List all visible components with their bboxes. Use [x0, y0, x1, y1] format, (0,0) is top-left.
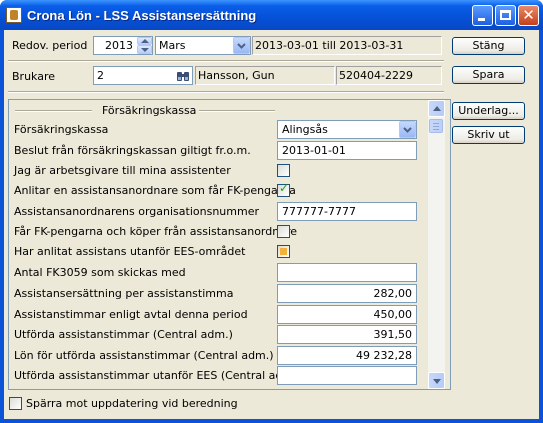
- year-up-button[interactable]: [137, 37, 152, 45]
- forsakringskassa-dropdown-button[interactable]: [399, 121, 416, 138]
- separator: [8, 91, 444, 93]
- up-arrow-icon: [141, 39, 149, 43]
- forsakringskassa-select[interactable]: Alingsås: [277, 120, 417, 139]
- fk-settings-panel[interactable]: Försäkringskassa Försäkringskassa Alings…: [8, 99, 451, 390]
- user-label: Brukare: [12, 70, 56, 83]
- user-personal-number: 520404-2229: [336, 66, 442, 85]
- app-window: Crona Lön - LSS Assistansersättning ✕ Re…: [0, 0, 543, 423]
- row-label-utforda-ees: Utförda assistanstimmar utanför EES (Cen…: [14, 369, 301, 382]
- section-title: Försäkringskassa: [102, 104, 197, 117]
- down-arrow-icon: [433, 379, 441, 384]
- ersattning-per-timma-field[interactable]: 282,00: [277, 284, 417, 303]
- separator: [8, 60, 444, 62]
- anlitar-anordnare-checkbox[interactable]: ✓: [277, 181, 290, 197]
- save-button[interactable]: Spara: [452, 66, 525, 84]
- period-label: Redov. period: [12, 39, 88, 52]
- checkmark-icon: ✓: [279, 181, 290, 195]
- year-value: 2013: [105, 39, 133, 52]
- utforda-timmar-field[interactable]: 391,50: [277, 325, 417, 344]
- scroll-down-button[interactable]: [428, 372, 445, 389]
- scroll-up-button[interactable]: [428, 100, 445, 117]
- scroll-thumb[interactable]: [429, 119, 443, 133]
- antal-fk3059-field[interactable]: [277, 263, 417, 282]
- forsakringskassa-value: Alingsås: [282, 123, 328, 136]
- minimize-icon: [478, 18, 485, 21]
- row-label-orgnr: Assistansanordnarens organisationsnummer: [14, 205, 259, 218]
- attachments-button[interactable]: Underlag...: [452, 102, 525, 120]
- row-label-timmar-avtal: Assistanstimmar enligt avtal denna perio…: [14, 308, 248, 321]
- row-label-forsakringskassa: Försäkringskassa: [14, 123, 109, 136]
- utforda-ees-field[interactable]: [277, 366, 417, 385]
- user-name: Hansson, Gun: [195, 66, 335, 85]
- app-icon[interactable]: [6, 7, 22, 23]
- maximize-icon: [500, 10, 511, 20]
- timmar-avtal-field[interactable]: 450,00: [277, 305, 417, 324]
- lon-utforda-field[interactable]: 49 232,28: [277, 346, 417, 365]
- period-date-range: 2013-03-01 till 2013-03-31: [252, 36, 442, 55]
- down-arrow-icon: [141, 48, 149, 52]
- arbetsgivare-checkbox[interactable]: [277, 164, 290, 177]
- row-label-beslut: Beslut från försäkringskassan giltigt fr…: [14, 144, 251, 157]
- kopare-checkbox[interactable]: [277, 225, 290, 238]
- row-label-arbetsgivare: Jag är arbetsgivare till mina assistente…: [14, 164, 231, 177]
- section-divider-left: [15, 110, 92, 112]
- row-label-ees: Har anlitat assistans utanför EES-område…: [14, 245, 246, 258]
- client-area: Redov. period 2013 Mars 2013-03-01 till …: [4, 30, 539, 419]
- row-label-lon-utforda: Lön för utförda assistanstimmar (Central…: [14, 349, 274, 362]
- chevron-down-icon: [237, 43, 246, 49]
- window-title: Crona Lön - LSS Assistansersättning: [27, 8, 257, 23]
- row-label-kopare: Får FK-pengarna och köper från assistans…: [14, 225, 298, 238]
- close-button[interactable]: Stäng: [452, 37, 525, 55]
- month-select[interactable]: Mars: [155, 36, 251, 55]
- binoculars-icon[interactable]: [176, 70, 190, 82]
- month-value: Mars: [159, 39, 186, 52]
- close-window-button[interactable]: ✕: [518, 5, 539, 26]
- year-down-button[interactable]: [137, 45, 152, 54]
- beslut-date-field[interactable]: 2013-01-01: [277, 141, 417, 160]
- minimize-button[interactable]: [472, 5, 493, 26]
- row-label-anlitar-anordnare: Anlitar en assistansanordnare som får FK…: [14, 184, 296, 197]
- lock-checkbox[interactable]: [9, 397, 22, 410]
- orgnr-field[interactable]: 777777-7777: [277, 202, 417, 221]
- title-bar[interactable]: Crona Lön - LSS Assistansersättning ✕: [0, 0, 543, 30]
- chevron-down-icon: [403, 127, 412, 133]
- up-arrow-icon: [433, 106, 441, 111]
- month-dropdown-button[interactable]: [233, 37, 250, 54]
- maximize-button[interactable]: [495, 5, 516, 26]
- row-label-utforda-timmar: Utförda assistanstimmar (Central adm.): [14, 328, 233, 341]
- user-id-value: 2: [97, 69, 104, 82]
- print-button[interactable]: Skriv ut: [452, 126, 525, 144]
- row-label-ersattning-per-timma: Assistansersättning per assistanstimma: [14, 287, 234, 300]
- indeterminate-icon: [280, 248, 287, 255]
- section-divider-right: [199, 110, 275, 112]
- vertical-scrollbar[interactable]: [428, 100, 445, 389]
- row-label-antal-fk3059: Antal FK3059 som skickas med: [14, 266, 186, 279]
- year-spinner[interactable]: 2013: [93, 36, 153, 55]
- close-icon: ✕: [522, 6, 535, 24]
- lock-label: Spärra mot uppdatering vid beredning: [26, 397, 238, 410]
- ees-checkbox[interactable]: [277, 245, 290, 258]
- user-id-field[interactable]: 2: [93, 66, 193, 85]
